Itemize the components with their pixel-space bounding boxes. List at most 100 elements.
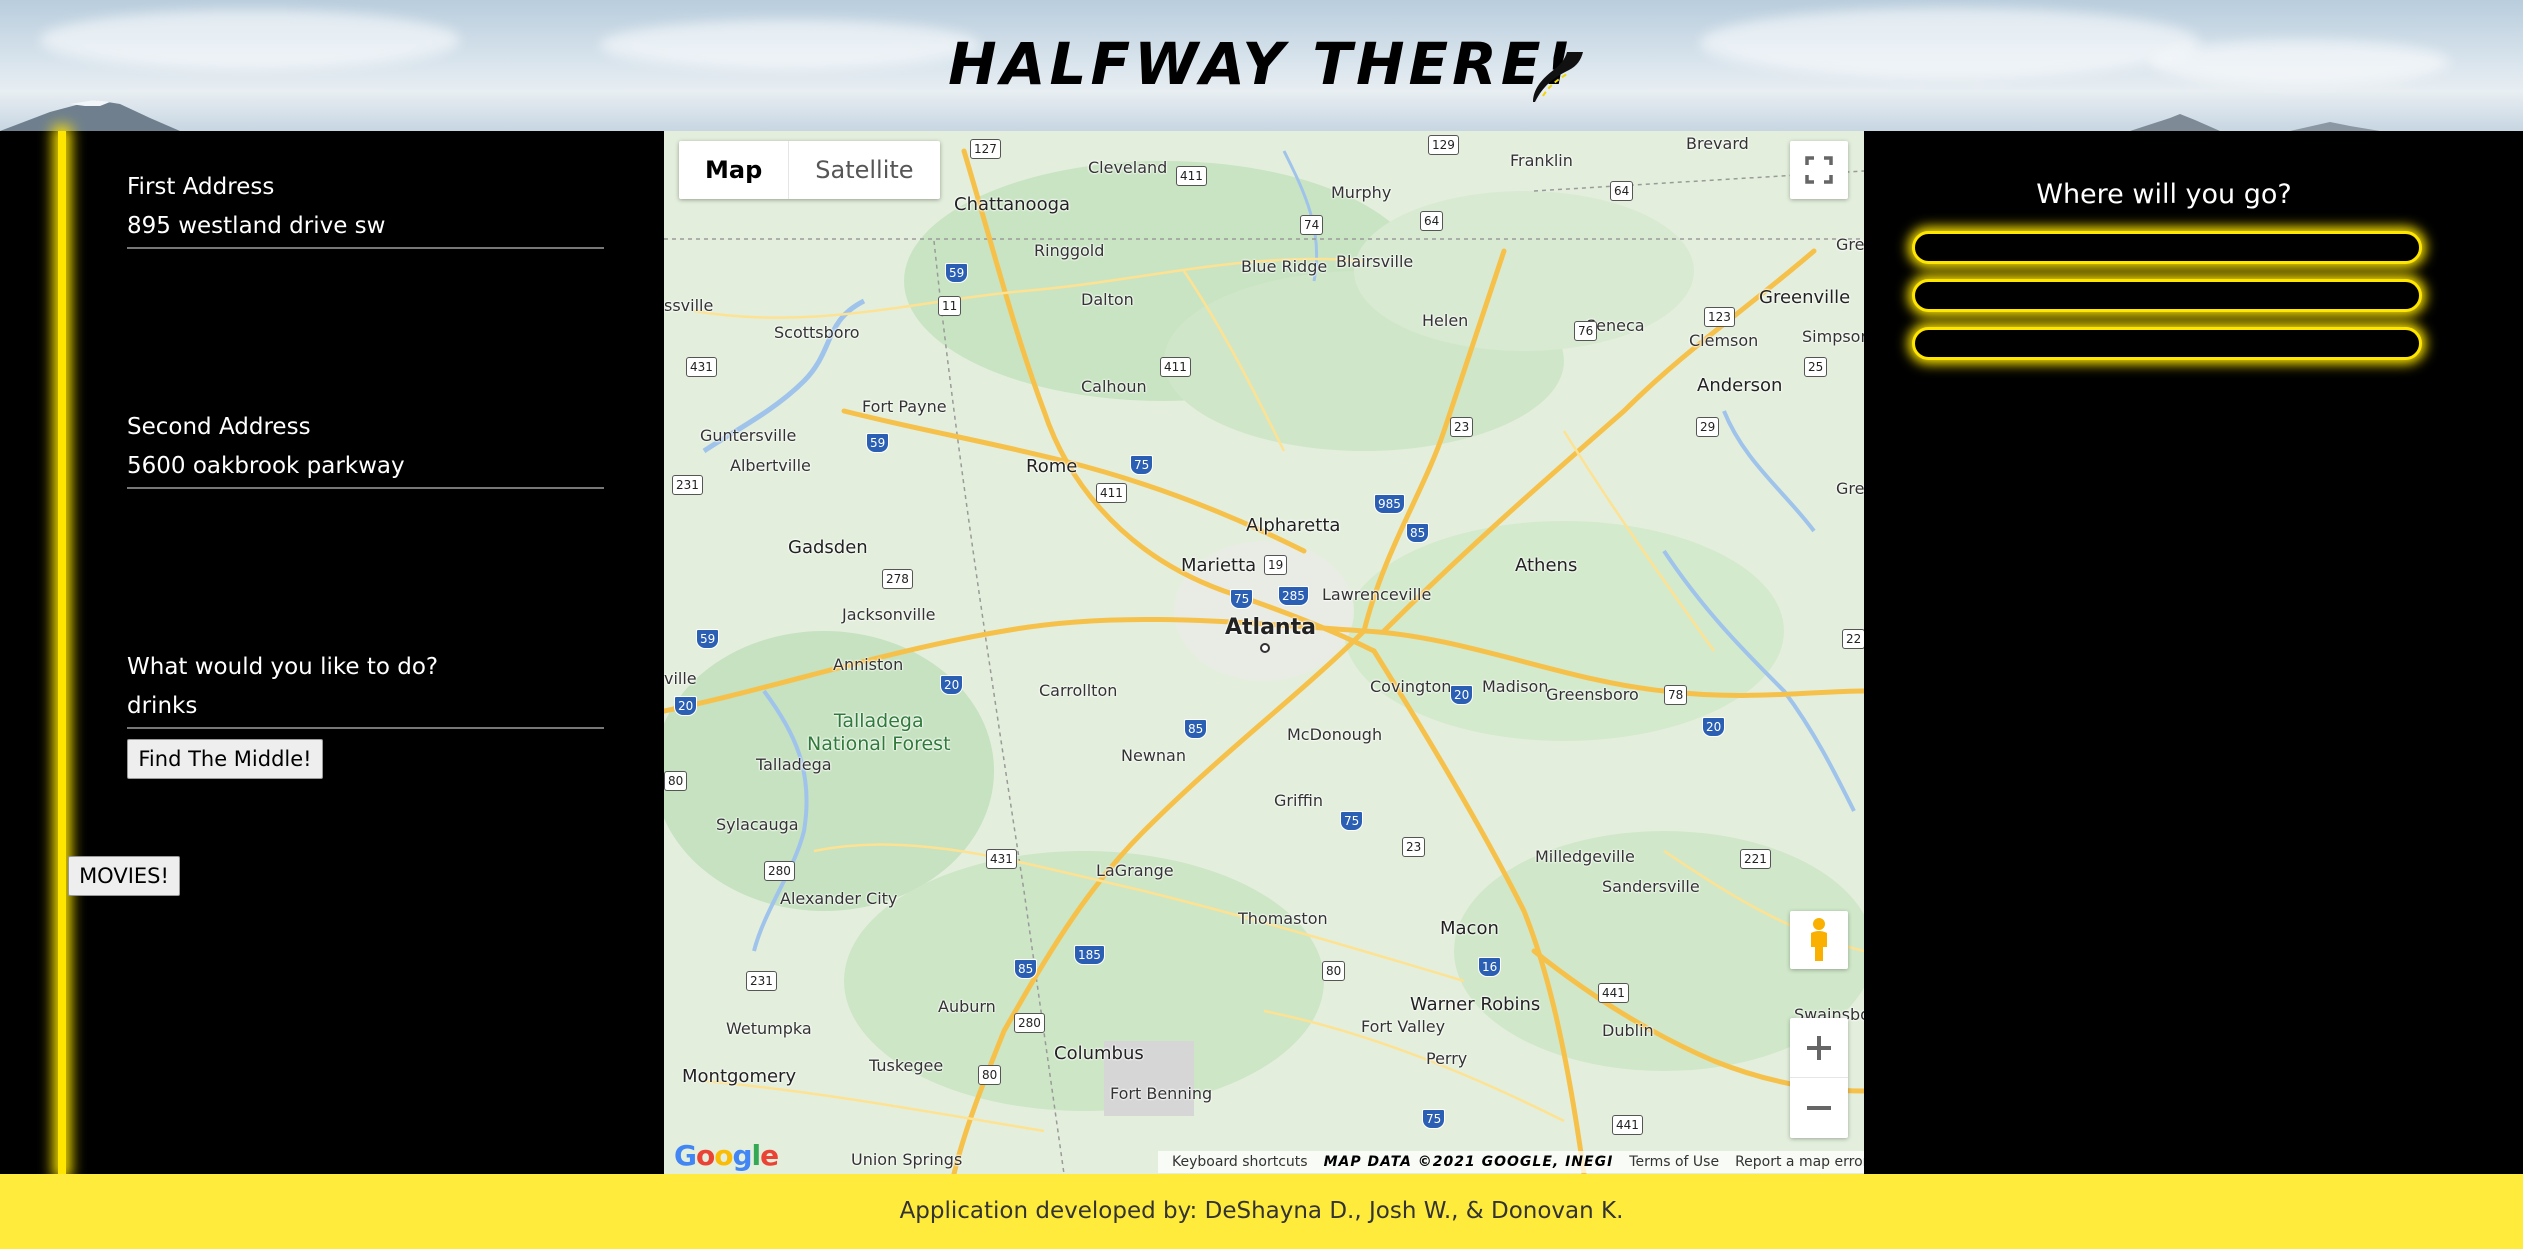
shield-us-64-b: 64 — [1610, 181, 1634, 201]
shield-us-123: 123 — [1704, 307, 1735, 327]
map-label-fort-valley: Fort Valley — [1361, 1017, 1446, 1036]
find-middle-button[interactable]: Find The Middle! — [127, 739, 323, 779]
shield-us-441-b: 441 — [1612, 1115, 1643, 1135]
road-icon — [1533, 52, 1583, 102]
google-map[interactable]: Chattanooga Cleveland Murphy Franklin Br… — [664, 131, 1864, 1174]
first-address-input[interactable]: 895 westland drive sw — [127, 207, 604, 249]
map-label-dalton: Dalton — [1081, 290, 1134, 309]
pegman-icon — [1811, 918, 1827, 961]
second-address-label: Second Address — [127, 414, 311, 440]
fullscreen-button[interactable] — [1790, 141, 1848, 199]
map-label-gree: Gree — [1836, 235, 1864, 254]
result-slot[interactable] — [1912, 279, 2422, 312]
map-attribution: Keyboard shortcuts MAP DATA ©2021 GOOGLE… — [1158, 1151, 1864, 1173]
keyboard-shortcuts-link[interactable]: Keyboard shortcuts — [1164, 1154, 1316, 1170]
shield-us-431-b: 431 — [986, 849, 1017, 869]
map-label-lagrange: LaGrange — [1096, 861, 1174, 880]
shield-i-16: 16 — [1478, 957, 1502, 977]
shield-us-411-c: 411 — [1096, 483, 1127, 503]
map-label-marietta: Marietta — [1181, 555, 1257, 576]
map-label-tuskegee: Tuskegee — [869, 1056, 944, 1075]
terms-of-use-link[interactable]: Terms of Use — [1621, 1154, 1727, 1170]
shield-i-20: 20 — [940, 675, 964, 695]
map-label-perry: Perry — [1426, 1049, 1468, 1068]
shield-i-85-c: 85 — [1014, 959, 1038, 979]
atlanta-city-marker — [1260, 643, 1270, 653]
second-address-input[interactable]: 5600 oakbrook parkway — [127, 447, 604, 489]
first-address-label: First Address — [127, 174, 275, 200]
map-label-rome: Rome — [1026, 456, 1078, 477]
map-label-greenville: Greenville — [1759, 287, 1851, 308]
shield-us-22: 22 — [1842, 629, 1864, 649]
shield-us-80: 80 — [664, 771, 688, 791]
map-label-cleveland: Cleveland — [1088, 158, 1168, 177]
map-label-calhoun: Calhoun — [1081, 377, 1147, 396]
zoom-in-button[interactable] — [1790, 1018, 1848, 1078]
map-label-madison: Madison — [1482, 677, 1549, 696]
shield-us-19: 19 — [1264, 555, 1288, 575]
shield-i-85: 85 — [1406, 523, 1430, 543]
shield-us-431: 431 — [686, 357, 717, 377]
map-label-albertville: Albertville — [730, 456, 811, 475]
shield-us-11: 11 — [938, 296, 962, 316]
activity-input[interactable]: drinks — [127, 687, 604, 729]
map-label-talladega: Talladega — [756, 755, 832, 774]
shield-i-20-d: 20 — [1702, 717, 1726, 737]
map-label-thomaston: Thomaston — [1238, 909, 1328, 928]
accent-glow-bar — [58, 131, 66, 1174]
map-label-columbus: Columbus — [1054, 1043, 1144, 1064]
map-label-macon: Macon — [1440, 918, 1499, 939]
shield-i-185: 185 — [1074, 945, 1105, 965]
shield-us-29: 29 — [1696, 417, 1720, 437]
movies-button[interactable]: MOVIES! — [68, 856, 180, 896]
map-label-sandersville: Sandersville — [1602, 877, 1700, 896]
map-label-gree-2: Gree — [1836, 479, 1864, 498]
results-title: Where will you go? — [2036, 179, 2292, 210]
result-slot[interactable] — [1912, 327, 2422, 360]
shield-us-129: 129 — [1428, 135, 1459, 155]
shield-i-75: 75 — [1130, 455, 1154, 475]
map-label-athens: Athens — [1515, 555, 1578, 576]
plus-icon — [1807, 1036, 1831, 1060]
map-label-ringgold: Ringgold — [1034, 241, 1105, 260]
activity-label: What would you like to do? — [127, 654, 439, 680]
shield-i-59: 59 — [945, 263, 969, 283]
map-label-talladega-nf: Talladega National Forest — [807, 710, 951, 755]
map-label-covington: Covington — [1370, 677, 1452, 696]
map-label-carrollton: Carrollton — [1039, 681, 1118, 700]
shield-us-64: 64 — [1420, 211, 1444, 231]
shield-i-75-c: 75 — [1340, 811, 1364, 831]
map-label-ssville: ssville — [664, 296, 714, 315]
map-label-blairsville: Blairsville — [1336, 252, 1414, 271]
map-label-alpharetta: Alpharetta — [1246, 515, 1341, 536]
map-data-credit: MAP DATA ©2021 GOOGLE, INEGI — [1323, 1154, 1614, 1170]
map-label-simpsonville: Simpson — [1802, 327, 1864, 346]
shield-us-411: 411 — [1176, 166, 1207, 186]
tab-map[interactable]: Map — [679, 141, 790, 199]
map-label-alexander-city: Alexander City — [780, 889, 898, 908]
shield-i-985: 985 — [1374, 494, 1405, 514]
map-label-lawrenceville: Lawrenceville — [1322, 585, 1432, 604]
shield-us-76: 76 — [1574, 321, 1598, 341]
map-label-fort-benning: Fort Benning — [1110, 1084, 1213, 1103]
map-label-ville: ville — [664, 669, 697, 688]
street-view-button[interactable] — [1790, 911, 1848, 969]
shield-i-20-c: 20 — [1450, 685, 1474, 705]
map-label-franklin: Franklin — [1510, 151, 1573, 170]
fullscreen-icon — [1805, 156, 1833, 184]
map-label-greensboro: Greensboro — [1546, 685, 1639, 704]
map-label-wetumpka: Wetumpka — [726, 1019, 812, 1038]
shield-us-25: 25 — [1804, 357, 1828, 377]
google-logo[interactable]: Google — [674, 1139, 779, 1172]
shield-us-23: 23 — [1450, 417, 1474, 437]
shield-us-441: 441 — [1598, 983, 1629, 1003]
zoom-out-button[interactable] — [1790, 1078, 1848, 1138]
result-slot[interactable] — [1912, 231, 2422, 264]
minus-icon — [1807, 1106, 1831, 1110]
tab-satellite[interactable]: Satellite — [789, 141, 939, 199]
map-label-fort-payne: Fort Payne — [862, 397, 947, 416]
report-map-error-link[interactable]: Report a map error — [1727, 1154, 1864, 1170]
results-panel: Where will you go? — [1864, 131, 2523, 1174]
map-label-milledgeville: Milledgeville — [1535, 847, 1635, 866]
header-banner: HALFWAY THERE! — [0, 0, 2523, 131]
